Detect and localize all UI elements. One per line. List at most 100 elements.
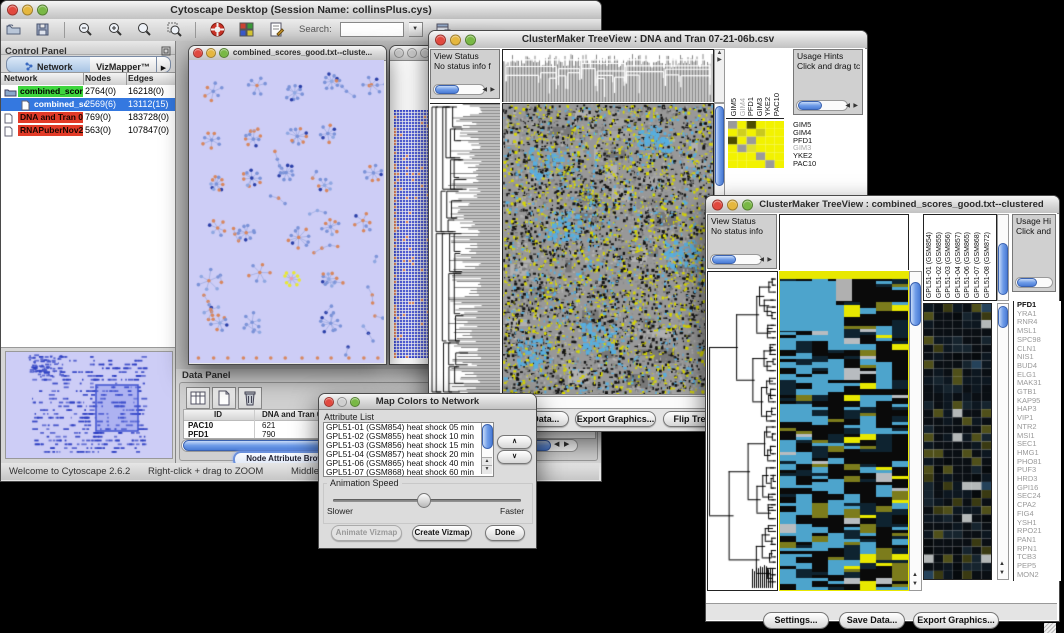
tab-vizmapper[interactable]: VizMapper™ [90, 56, 157, 73]
search-dropdown-button[interactable]: ▼ [409, 22, 423, 37]
data-panel-scroll-right[interactable]: ▶ [564, 440, 569, 448]
main-window-controls[interactable] [7, 5, 48, 16]
tv1-row-label[interactable]: PAC10 [793, 160, 833, 168]
delete-attribute-trash-icon[interactable] [238, 387, 262, 409]
map-colors-dialog[interactable]: Map Colors to Network Attribute List ▲ ▼… [318, 393, 537, 549]
tv1-usage-scrollbar[interactable] [796, 100, 848, 111]
col-header-id[interactable]: ID [214, 410, 222, 419]
tab-more-arrow[interactable]: ▶ [157, 56, 171, 73]
minimize-button[interactable] [407, 48, 417, 58]
zoom-in-icon[interactable] [107, 21, 124, 38]
tv2-gene-label[interactable]: MON2 [1017, 571, 1061, 580]
tv2-heatmap-vscrollbar[interactable]: ▲ ▼ [909, 271, 922, 591]
new-attribute-icon[interactable] [212, 387, 236, 409]
network-view-window[interactable]: combined_scores_good.txt--cluste... [188, 45, 387, 365]
zoom-fit-icon[interactable] [136, 21, 153, 38]
treeview-window-2[interactable]: ClusterMaker TreeView : combined_scores_… [705, 195, 1060, 622]
animate-vizmap-button[interactable]: Animate Vizmap [331, 525, 402, 541]
move-down-button[interactable]: ∨ [497, 450, 532, 464]
minimize-button[interactable] [206, 48, 216, 58]
open-folder-icon[interactable] [5, 21, 22, 38]
tv2-column-label[interactable]: GPL51-07 (GSM868) [974, 232, 981, 298]
tv2-button-save-data-[interactable]: Save Data... [839, 612, 905, 629]
close-button[interactable] [712, 199, 723, 210]
save-icon[interactable] [34, 21, 51, 38]
tv2-usage-scrollbar[interactable] [1015, 277, 1053, 288]
zoom-button[interactable] [742, 199, 753, 210]
minimize-button[interactable] [450, 34, 461, 45]
resize-grip[interactable] [1044, 623, 1056, 633]
attribute-list-item[interactable]: GPL51-07 (GSM868) heat shock 60 min [324, 468, 493, 477]
tv1-row-labels: GIM5GIM4PFD1GIM3YKE2PAC10 [793, 121, 833, 169]
network-table-row[interactable]: DNA and Tran 07769(0)183728(0) [1, 111, 175, 124]
net1-titlebar[interactable]: combined_scores_good.txt--cluste... [189, 46, 386, 61]
tv1-status-scrollbar[interactable] [433, 84, 485, 95]
zoom-selected-icon[interactable] [166, 21, 183, 38]
move-up-button[interactable]: ∧ [497, 435, 532, 449]
tv2-column-labels-scrollbar[interactable] [997, 214, 1009, 301]
close-button[interactable] [324, 397, 334, 407]
zoom-button[interactable] [37, 5, 48, 16]
tv2-zoom-vscrollbar[interactable]: ▲ ▼ [997, 303, 1009, 580]
close-button[interactable] [193, 48, 203, 58]
edit-page-icon[interactable] [268, 21, 285, 38]
slider-thumb[interactable] [417, 493, 431, 508]
attribute-list-scrollbar[interactable]: ▲ ▼ [481, 423, 493, 474]
tv1-titlebar[interactable]: ClusterMaker TreeView : DNA and Tran 07-… [429, 31, 867, 49]
tv2-column-label[interactable]: GPL51-01 (GSM854) [926, 232, 933, 298]
minimize-button[interactable] [337, 397, 347, 407]
tv2-column-label[interactable]: GPL51-06 (GSM865) [964, 232, 971, 298]
tv2-column-label[interactable]: GPL51-04 (GSM857) [955, 232, 962, 298]
tv1-column-label[interactable]: PFD1 [746, 97, 755, 116]
main-titlebar[interactable]: Cytoscape Desktop (Session Name: collins… [1, 1, 601, 20]
attribute-table-icon[interactable] [186, 387, 210, 409]
help-lifesaver-icon[interactable] [209, 21, 226, 38]
tv2-button-settings-[interactable]: Settings... [763, 612, 829, 629]
network-nodes: 769(0) [85, 111, 111, 124]
tv1-zoom-matrix[interactable] [728, 121, 784, 168]
data-panel-scroll-left[interactable]: ◀ [554, 440, 559, 448]
tv1-column-label[interactable]: GIM5 [729, 98, 738, 116]
tv1-usage-hints-panel: Usage Hints Click and drag tc ◀▶ [793, 49, 863, 115]
close-button[interactable] [7, 5, 18, 16]
tv2-button-export-graphics-[interactable]: Export Graphics... [913, 612, 999, 629]
zoom-out-icon[interactable] [77, 21, 94, 38]
network-table-row[interactable]: RNAPuberNov2+563(0)107847(0) [1, 124, 175, 137]
dialog-titlebar[interactable]: Map Colors to Network [319, 394, 536, 410]
network-table-row[interactable]: combined_sco2569(6)13112(15) [1, 98, 175, 111]
tv2-heatmap[interactable] [779, 271, 909, 591]
tv2-titlebar[interactable]: ClusterMaker TreeView : combined_scores_… [706, 196, 1059, 214]
zoom-button[interactable] [465, 34, 476, 45]
network-overview-thumbnail[interactable] [5, 351, 173, 459]
attribute-list[interactable]: ▲ ▼ GPL51-01 (GSM854) heat shock 05 minG… [323, 422, 494, 477]
zoom-button[interactable] [219, 48, 229, 58]
tv2-column-label[interactable]: GPL51-03 (GSM856) [945, 232, 952, 298]
tv1-row-dendrogram[interactable] [430, 103, 500, 395]
tv1-top-scroll-arrows[interactable]: ▲▶ [714, 49, 725, 103]
network-nodes: 2764(0) [85, 85, 116, 98]
network-table-row[interactable]: combined_scores2764(0)16218(0) [1, 85, 175, 98]
tv2-column-label[interactable]: GPL51-08 (GSM872) [984, 232, 991, 298]
tv2-column-label[interactable]: GPL51-02 (GSM855) [936, 232, 943, 298]
tv1-button-export-graphics-[interactable]: Export Graphics... [575, 411, 656, 427]
network-canvas[interactable] [189, 60, 384, 363]
done-button[interactable]: Done [485, 525, 525, 541]
tv2-zoom-heatmap[interactable] [923, 303, 992, 580]
tv1-heatmap[interactable] [502, 103, 714, 396]
search-input[interactable] [340, 22, 404, 37]
minimize-button[interactable] [22, 5, 33, 16]
vizmap-squares-icon[interactable] [238, 21, 255, 38]
attribute-list-label: Attribute List [324, 412, 374, 422]
tv1-column-label[interactable]: PAC10 [772, 93, 781, 116]
tv2-status-scrollbar[interactable] [710, 254, 762, 265]
control-panel-tabs: Network VizMapper™ ▶ [6, 56, 170, 71]
tab-network[interactable]: Network [6, 56, 91, 73]
create-vizmap-button[interactable]: Create Vizmap [412, 525, 472, 541]
close-button[interactable] [394, 48, 404, 58]
tv1-column-dendrogram[interactable] [502, 49, 714, 102]
zoom-button[interactable] [350, 397, 360, 407]
tv2-row-dendrogram[interactable] [707, 271, 778, 591]
tv1-usage-hints-text: Click and drag tc [797, 62, 862, 72]
close-button[interactable] [435, 34, 446, 45]
minimize-button[interactable] [727, 199, 738, 210]
